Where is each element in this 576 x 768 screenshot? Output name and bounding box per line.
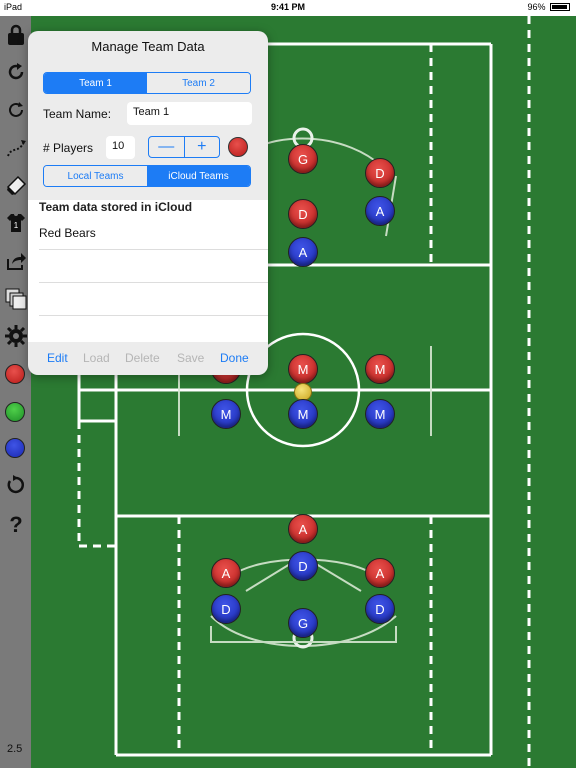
battery-status: 96% [527,2,570,12]
green-player-tool[interactable] [5,402,25,422]
players-stepper: — + [148,136,220,158]
delete-button[interactable]: Delete [125,351,160,365]
gear-icon[interactable] [3,323,29,349]
player-token[interactable]: M [211,399,241,429]
team-list: Team data stored in iCloud Red Bears [28,200,268,342]
player-token[interactable]: G [288,608,318,638]
player-token[interactable]: M [288,399,318,429]
team-color-button[interactable] [228,137,248,157]
team-name-label: Team Name: [43,107,112,121]
draw-path-icon[interactable] [3,135,29,161]
player-token[interactable]: M [365,354,395,384]
load-button[interactable]: Load [83,351,110,365]
list-item[interactable] [39,316,268,349]
player-token[interactable]: A [288,237,318,267]
list-item[interactable] [39,283,268,316]
tab-team-2[interactable]: Team 2 [147,73,250,93]
player-token[interactable]: G [288,144,318,174]
refresh-icon[interactable] [3,97,29,123]
team-segmented-control: Team 1 Team 2 [43,72,251,94]
source-segmented-control: Local Teams iCloud Teams [43,165,251,187]
blue-player-tool[interactable] [5,438,25,458]
player-token[interactable]: D [365,158,395,188]
share-icon[interactable] [3,248,29,274]
svg-text:?: ? [9,512,22,535]
player-token[interactable]: D [288,199,318,229]
red-player-tool[interactable] [5,364,25,384]
svg-text:1: 1 [14,221,19,230]
edit-button[interactable]: Edit [47,351,68,365]
dialog-title: Manage Team Data [91,39,205,54]
player-token[interactable]: A [211,558,241,588]
cycle-icon[interactable] [3,472,29,498]
player-token[interactable]: A [365,558,395,588]
tab-team-1[interactable]: Team 1 [44,73,147,93]
status-bar: iPad 9:41 PM 96% [0,0,576,16]
done-button[interactable]: Done [220,351,249,365]
clock: 9:41 PM [270,2,305,12]
player-token[interactable]: A [365,196,395,226]
team-name-field[interactable]: Team 1 [127,102,252,125]
battery-icon [550,3,570,11]
dialog-actions: Edit Load Delete Save Done [28,349,268,369]
save-button[interactable]: Save [177,351,204,365]
tab-local-teams[interactable]: Local Teams [44,166,147,186]
list-item[interactable]: Red Bears [39,217,268,250]
players-label: # Players [43,141,94,155]
layers-icon[interactable] [3,286,29,312]
jersey-icon[interactable]: 1 [3,210,29,236]
player-token[interactable]: M [288,354,318,384]
tool-sidebar: 1 ? 2.5 [0,16,31,768]
player-token[interactable]: D [365,594,395,624]
player-token[interactable]: D [288,551,318,581]
lock-icon[interactable] [3,22,29,48]
list-item[interactable] [39,250,268,283]
app-version: 2.5 [7,743,23,755]
rotate-icon[interactable] [3,59,29,85]
eraser-icon[interactable] [3,173,29,199]
tab-icloud-teams[interactable]: iCloud Teams [147,166,250,186]
player-token[interactable]: M [365,399,395,429]
increment-button[interactable]: + [185,137,220,157]
list-header: Team data stored in iCloud [39,200,193,214]
help-icon[interactable]: ? [3,510,29,536]
player-token[interactable]: D [211,594,241,624]
decrement-button[interactable]: — [149,137,185,157]
battery-percent: 96% [527,2,546,12]
player-token[interactable]: A [288,514,318,544]
manage-team-dialog: Manage Team Data Team 1 Team 2 Team Name… [28,31,268,375]
players-count-field[interactable]: 10 [106,136,135,159]
